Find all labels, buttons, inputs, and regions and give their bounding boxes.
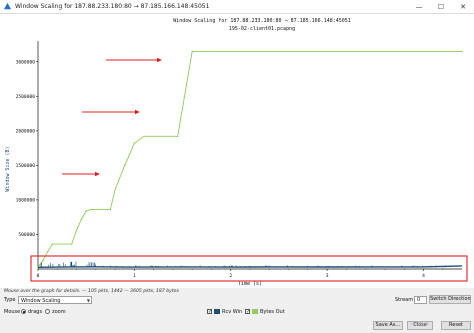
window-titlebar: Window Scaling for 187.88.233.180:80 → 8…	[0, 0, 474, 14]
annotation-layer	[30, 57, 468, 282]
axes: 500000 1000000 1500000 2000000 2500000 300000…	[16, 41, 462, 279]
rcv-win-label: Rcv Win	[222, 309, 243, 315]
bytes-out-point	[124, 164, 126, 167]
series-layer	[37, 50, 463, 268]
type-select-value: Window Scaling	[21, 298, 61, 304]
reset-button[interactable]: Reset	[441, 321, 471, 330]
bytes-out-checkbox[interactable]: ✓	[245, 309, 250, 315]
x-tick-label: 3	[326, 273, 329, 279]
zoom-label: zoom	[52, 309, 66, 315]
bytes-out-point	[75, 229, 78, 232]
bytes-out-point	[90, 208, 92, 211]
minimize-button[interactable]: —	[408, 0, 430, 13]
graph-panel[interactable]: Window Scaling for 187.88.233.180:80 → 8…	[0, 14, 474, 288]
rcv-win-checkbox[interactable]: ✓	[207, 309, 212, 315]
rcv-win-swatch	[214, 309, 220, 314]
x-tick-label: 1	[133, 273, 136, 279]
bytes-out-point	[461, 50, 463, 53]
red-highlight-box	[30, 255, 468, 282]
x-tick-label: 0	[37, 273, 40, 279]
y-tick-label: 1500000	[16, 163, 36, 169]
save-as-button[interactable]: Save As…	[373, 321, 403, 330]
switch-direction-button[interactable]: Switch Direction	[429, 295, 471, 304]
x-axis-label: Time (s)	[238, 281, 262, 287]
chevron-down-icon: ▼	[86, 298, 90, 303]
bytes-out-point	[183, 95, 186, 97]
x-tick-label: 4	[422, 273, 425, 279]
y-tick-label: 2000000	[16, 128, 36, 134]
x-tick-label: 2	[229, 273, 232, 279]
maximize-button[interactable]: ☐	[430, 0, 452, 13]
mouse-label: Mouse	[4, 309, 21, 315]
bytes-out-point	[51, 243, 54, 245]
arrow-head-icon	[95, 171, 100, 177]
chart-subtitle: 195-02-client01.pcapng	[229, 26, 295, 32]
type-select[interactable]: Window Scaling ▼	[18, 296, 92, 304]
type-label: Type	[4, 297, 16, 303]
bytes-out-point	[46, 251, 49, 253]
window-title: Window Scaling for 187.88.233.180:80 → 8…	[15, 3, 210, 10]
stream-label: Stream	[395, 297, 414, 303]
window-scaling-chart[interactable]: Window Scaling for 187.88.233.180:80 → 8…	[0, 14, 474, 288]
y-tick-label: 3000000	[16, 59, 36, 65]
bytes-out-point	[71, 243, 73, 245]
bytes-out-point	[80, 218, 83, 220]
bytes-out-point	[42, 260, 44, 262]
stream-spinbox[interactable]: 0	[414, 296, 427, 304]
bytes-out-point	[143, 135, 145, 138]
hover-hint: Mouse over the graph for details. — 105 …	[4, 289, 179, 294]
zoom-radio[interactable]	[45, 309, 50, 314]
bytes-out-point	[133, 142, 136, 144]
wireshark-fin-icon	[3, 2, 12, 10]
bytes-out-point	[114, 188, 116, 191]
bytes-out-point	[191, 50, 193, 53]
bytes-out-series	[37, 50, 462, 268]
rcv-win-series	[37, 265, 463, 268]
y-tick-label: 2500000	[16, 94, 36, 100]
watermark: CSDN @…	[410, 322, 434, 327]
stream-value: 0	[417, 297, 421, 303]
y-axis-label: Window Size (B)	[5, 146, 11, 191]
bytes-out-point	[109, 208, 111, 211]
chart-title: Window Scaling for 187.88.233.180:80 → 8…	[173, 18, 351, 24]
y-tick-label: 500000	[18, 232, 35, 238]
bytes-out-point	[177, 135, 179, 138]
bytes-out-swatch	[252, 309, 258, 314]
arrow-head-icon	[135, 109, 140, 115]
bytes-out-point	[85, 210, 87, 212]
drags-label: drags	[28, 309, 43, 315]
close-window-button[interactable]: ✕	[452, 0, 474, 13]
y-tick-label: 1000000	[16, 198, 36, 204]
bytes-out-label: Bytes Out	[260, 309, 285, 315]
arrow-head-icon	[157, 57, 162, 63]
drags-radio[interactable]	[21, 309, 26, 314]
